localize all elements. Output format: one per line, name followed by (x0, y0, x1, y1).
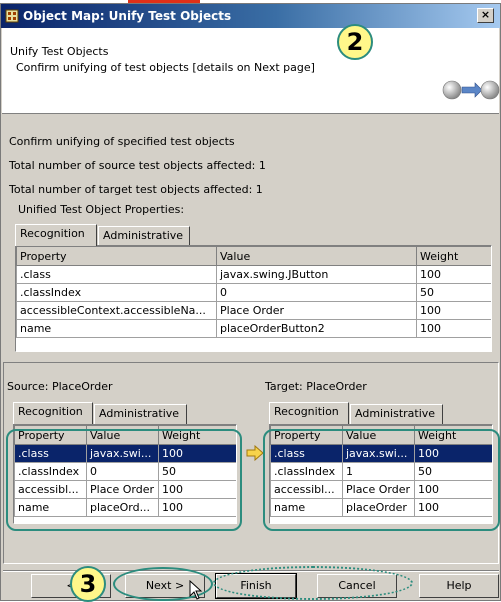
table-row[interactable]: .classIndex 0 50 (16, 283, 491, 302)
window-title: Object Map: Unify Test Objects (23, 9, 232, 23)
property-cell: name (16, 319, 217, 338)
tab-label: Recognition (274, 405, 339, 418)
wizard-page-title: Unify Test Objects (10, 45, 109, 58)
mouse-pointer-icon (189, 580, 203, 600)
source-count-line: Total number of source test objects affe… (9, 159, 266, 172)
title-bar[interactable]: Object Map: Unify Test Objects × (1, 4, 500, 28)
property-cell: .classIndex (16, 283, 217, 302)
unify-arrow-icon (442, 80, 500, 100)
value-cell: 0 (216, 283, 417, 302)
value-cell: javax.swing.JButton (216, 265, 417, 284)
column-header-weight[interactable]: Weight (416, 246, 491, 266)
property-cell: .class (16, 265, 217, 284)
object-map-icon (5, 9, 19, 23)
step-2-callout: 2 (337, 24, 373, 60)
tab-unified-administrative[interactable]: Administrative (98, 226, 190, 246)
tab-unified-recognition[interactable]: Recognition (15, 224, 97, 246)
unified-properties-label: Unified Test Object Properties: (18, 203, 185, 216)
source-label: Source: PlaceOrder (7, 380, 113, 393)
value-cell: placeOrderButton2 (216, 319, 417, 338)
column-header-property[interactable]: Property (16, 246, 217, 266)
target-highlight-outline (263, 429, 500, 531)
tab-target-recognition[interactable]: Recognition (269, 402, 349, 424)
tab-label: Administrative (355, 407, 436, 420)
summary-line: Confirm unifying of specified test objec… (9, 135, 235, 148)
tab-label: Recognition (18, 405, 83, 418)
weight-cell: 100 (416, 265, 491, 284)
tab-label: Administrative (103, 229, 184, 242)
tab-source-administrative[interactable]: Administrative (94, 404, 187, 424)
close-button[interactable]: × (477, 8, 494, 23)
tab-source-recognition[interactable]: Recognition (13, 402, 93, 424)
column-header-value[interactable]: Value (216, 246, 417, 266)
tab-target-administrative[interactable]: Administrative (350, 404, 443, 424)
help-button[interactable]: Help (419, 574, 499, 598)
weight-cell: 100 (416, 301, 491, 320)
wizard-page-description: Confirm unifying of test objects [detail… (16, 61, 315, 74)
table-row[interactable]: accessibleContext.accessibleNa... Place … (16, 301, 491, 320)
weight-cell: 100 (416, 319, 491, 338)
tab-label: Recognition (20, 227, 85, 240)
value-cell: Place Order (216, 301, 417, 320)
target-label: Target: PlaceOrder (265, 380, 367, 393)
wizard-header: Unify Test Objects Confirm unifying of t… (2, 28, 500, 114)
property-cell: accessibleContext.accessibleNa... (16, 301, 217, 320)
finish-cancel-highlight-ellipse (213, 566, 413, 600)
source-highlight-outline (6, 429, 242, 531)
step-3-callout: 3 (70, 566, 106, 602)
unify-dialog: Object Map: Unify Test Objects × Unify T… (0, 3, 501, 601)
table-row[interactable]: .class javax.swing.JButton 100 (16, 265, 491, 284)
table-row[interactable]: name placeOrderButton2 100 (16, 319, 491, 338)
weight-cell: 50 (416, 283, 491, 302)
target-count-line: Total number of target test objects affe… (9, 183, 263, 196)
unified-properties-table[interactable]: Property Value Weight .class javax.swing… (15, 245, 492, 352)
arrow-right-icon (246, 445, 264, 461)
tab-label: Administrative (99, 407, 180, 420)
